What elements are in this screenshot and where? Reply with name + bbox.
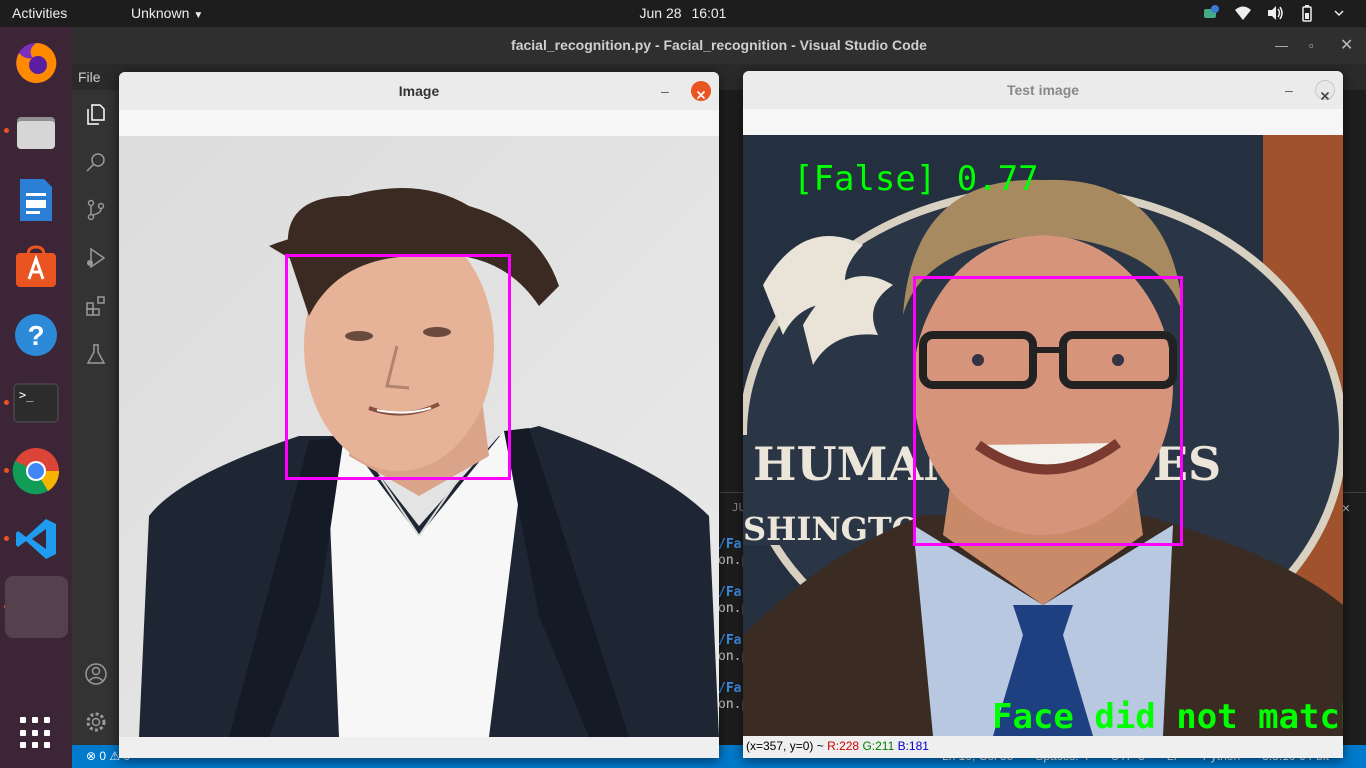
menu-file[interactable]: File [78, 69, 101, 85]
pixel-green-value: G:211 [862, 739, 895, 753]
face-detection-box [285, 254, 511, 480]
source-control-icon[interactable] [84, 198, 108, 222]
extensions-icon[interactable] [84, 294, 108, 318]
minimize-button[interactable]: – [1285, 71, 1293, 109]
close-panel-icon[interactable]: ✕ [1342, 501, 1350, 516]
test-image-toolbar [743, 109, 1343, 135]
svg-text:>_: >_ [19, 388, 34, 402]
result-label: Face did not match [992, 697, 1343, 736]
match-score-label: [False] 0.77 [793, 159, 1039, 199]
svg-text:?: ? [27, 320, 44, 351]
vscode-titlebar: facial_recognition.py - Facial_recogniti… [72, 27, 1366, 64]
time: 16:01 [691, 5, 727, 21]
settings-gear-icon[interactable] [84, 710, 108, 734]
software-icon[interactable] [8, 239, 64, 295]
minimize-button[interactable]: — [1275, 27, 1288, 64]
system-tray[interactable] [1202, 4, 1348, 22]
terminal-line: /Fa [718, 537, 742, 552]
image-window-titlebar[interactable]: Image – [119, 72, 719, 110]
writer-icon[interactable] [8, 172, 64, 228]
close-button[interactable]: ✕ [1340, 27, 1353, 64]
terminal-line: /Fa [718, 681, 742, 696]
image-canvas[interactable] [119, 136, 719, 737]
wifi-icon[interactable] [1234, 4, 1252, 22]
image-status-bar [119, 738, 719, 758]
test-window-titlebar[interactable]: Test image – [743, 71, 1343, 109]
vscode-icon[interactable] [8, 511, 64, 567]
date: Jun 28 [639, 5, 682, 21]
pixel-red-value: R:228 [827, 739, 860, 753]
terminal-line: /Fa [718, 585, 742, 600]
close-button[interactable] [691, 81, 711, 101]
image-window: Image – [119, 72, 719, 758]
window-title: facial_recognition.py - Facial_recogniti… [511, 37, 927, 53]
dock: ? >_ [0, 27, 72, 768]
minimize-button[interactable]: – [661, 72, 669, 110]
cursor-coords: (x=357, y=0) ~ [746, 739, 824, 753]
close-button[interactable] [1315, 80, 1335, 101]
pixel-blue-value: B:181 [897, 739, 929, 753]
activity-bar [72, 90, 120, 748]
testing-icon[interactable] [84, 342, 108, 366]
test-image-window: Test image – HUMAN ES SHINGTON [False] 0… [743, 71, 1343, 758]
maximize-button[interactable]: ▫ [1309, 27, 1314, 64]
test-window-title: Test image [1006, 82, 1080, 98]
top-bar: Activities Unknown ▼ Jun 28 16:01 [0, 0, 1366, 27]
explorer-icon[interactable] [84, 102, 108, 126]
power-menu-icon[interactable] [1330, 4, 1348, 22]
account-icon[interactable] [84, 662, 108, 686]
show-applications-icon[interactable] [20, 717, 52, 749]
running-app-icon[interactable] [5, 576, 68, 638]
search-icon[interactable] [84, 150, 108, 174]
terminal-icon[interactable]: >_ [8, 375, 64, 431]
firefox-icon[interactable] [8, 35, 64, 91]
run-debug-icon[interactable] [84, 246, 108, 270]
test-image-canvas[interactable]: HUMAN ES SHINGTON [False] 0.77 Face did … [743, 135, 1343, 736]
face-detection-box [913, 276, 1183, 546]
image-toolbar [119, 110, 719, 136]
chrome-icon[interactable] [8, 443, 64, 499]
clock[interactable]: Jun 28 16:01 [0, 5, 1366, 21]
battery-icon[interactable] [1298, 4, 1316, 22]
volume-icon[interactable] [1266, 4, 1284, 22]
pixel-info-status: (x=357, y=0) ~ R:228 G:211 B:181 [743, 736, 1343, 756]
update-icon[interactable] [1202, 4, 1220, 22]
files-icon[interactable] [8, 103, 64, 159]
terminal-line: /Fa [718, 633, 742, 648]
help-icon[interactable]: ? [8, 307, 64, 363]
image-window-title: Image [398, 83, 440, 99]
